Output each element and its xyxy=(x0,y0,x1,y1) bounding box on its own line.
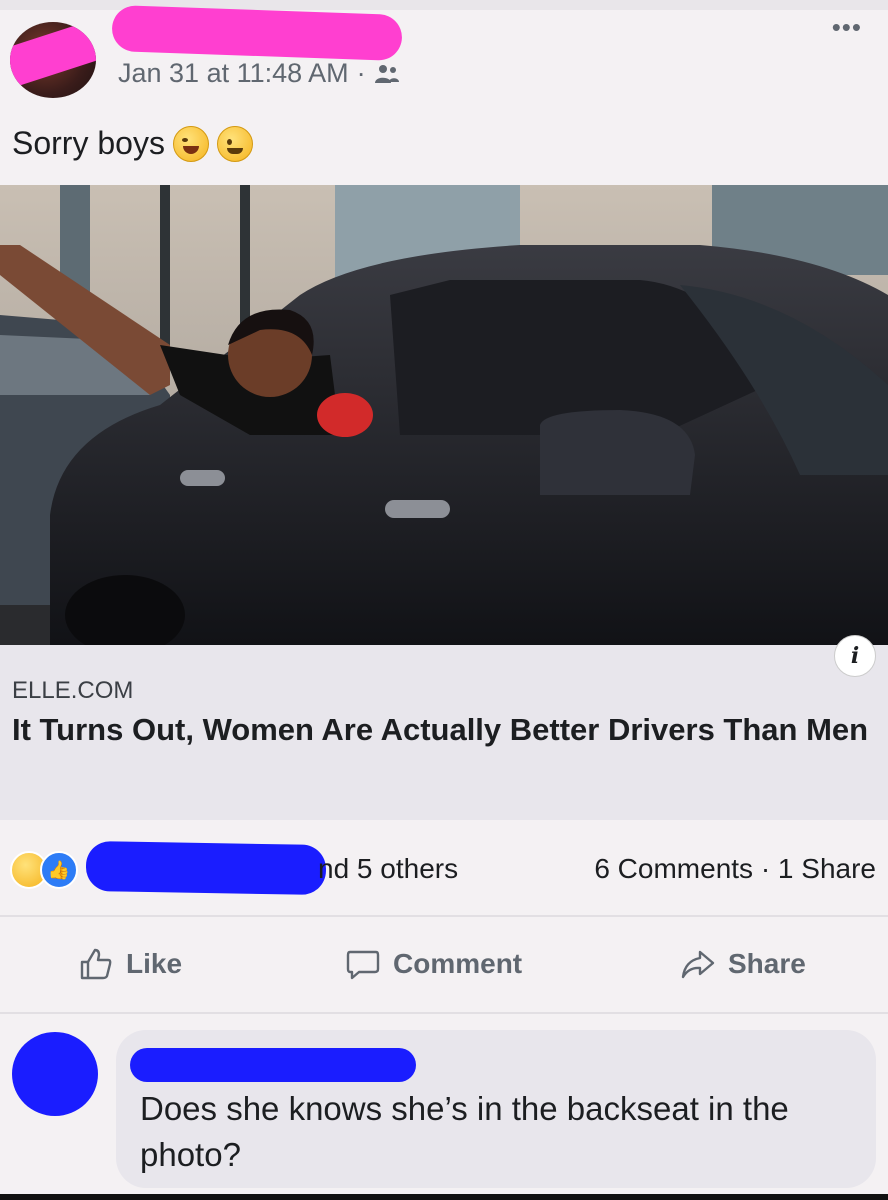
link-title[interactable]: It Turns Out, Women Are Actually Better … xyxy=(12,709,872,751)
avatar-redaction xyxy=(10,22,96,92)
reactions-row: 👍 nd 5 others 6 Comments · 1 Share xyxy=(0,835,888,901)
comment-label: Comment xyxy=(393,948,523,979)
info-icon[interactable]: i xyxy=(834,635,876,677)
comment-text: Does she knows she’s in the backseat in … xyxy=(140,1090,789,1173)
link-preview-photo[interactable] xyxy=(0,185,888,645)
post-header: Jan 31 at 11:48 AM · ••• xyxy=(0,4,888,110)
like-label: Like xyxy=(126,948,183,979)
post-text-row: Sorry boys xyxy=(12,125,253,162)
link-card[interactable]: i ELLE.COM It Turns Out, Women Are Actua… xyxy=(0,635,888,820)
post-text: Sorry boys xyxy=(12,125,165,161)
comment-bubble-icon xyxy=(346,950,380,980)
share-label: Share xyxy=(728,948,806,979)
friends-icon xyxy=(374,64,399,83)
comment-button[interactable]: Comment xyxy=(345,946,522,982)
post-actions: Like Comment Share xyxy=(0,922,888,1008)
like-button[interactable]: Like xyxy=(78,946,182,982)
car-photo-illustration xyxy=(0,185,888,645)
comment-bubble: Does she knows she’s in the backseat in … xyxy=(116,1030,876,1188)
share-arrow-icon xyxy=(681,950,715,979)
post-timestamp[interactable]: Jan 31 at 11:48 AM xyxy=(118,58,349,89)
commenter-avatar[interactable] xyxy=(12,1032,98,1116)
divider xyxy=(0,915,888,917)
link-domain: ELLE.COM xyxy=(12,677,134,704)
laughing-emoji-icon xyxy=(172,125,209,162)
post-options-button[interactable]: ••• xyxy=(832,12,862,43)
divider xyxy=(0,1012,888,1014)
separator-dot: · xyxy=(356,58,366,88)
comments-shares-count[interactable]: 6 Comments · 1 Share xyxy=(594,853,876,885)
reactor-name-redaction xyxy=(85,840,327,896)
bottom-strip xyxy=(0,1194,888,1200)
author-name-redaction xyxy=(111,4,403,62)
share-button[interactable]: Share xyxy=(680,946,806,982)
thumbs-up-icon xyxy=(80,948,112,980)
reactors-text[interactable]: nd 5 others xyxy=(318,853,458,885)
post-timestamp-row: Jan 31 at 11:48 AM · xyxy=(118,58,400,89)
winking-emoji-icon xyxy=(216,125,253,162)
author-avatar[interactable] xyxy=(10,22,96,98)
like-reaction-icon: 👍 xyxy=(40,851,78,889)
reaction-icons[interactable]: 👍 xyxy=(10,851,78,889)
commenter-name-redaction xyxy=(130,1048,416,1082)
